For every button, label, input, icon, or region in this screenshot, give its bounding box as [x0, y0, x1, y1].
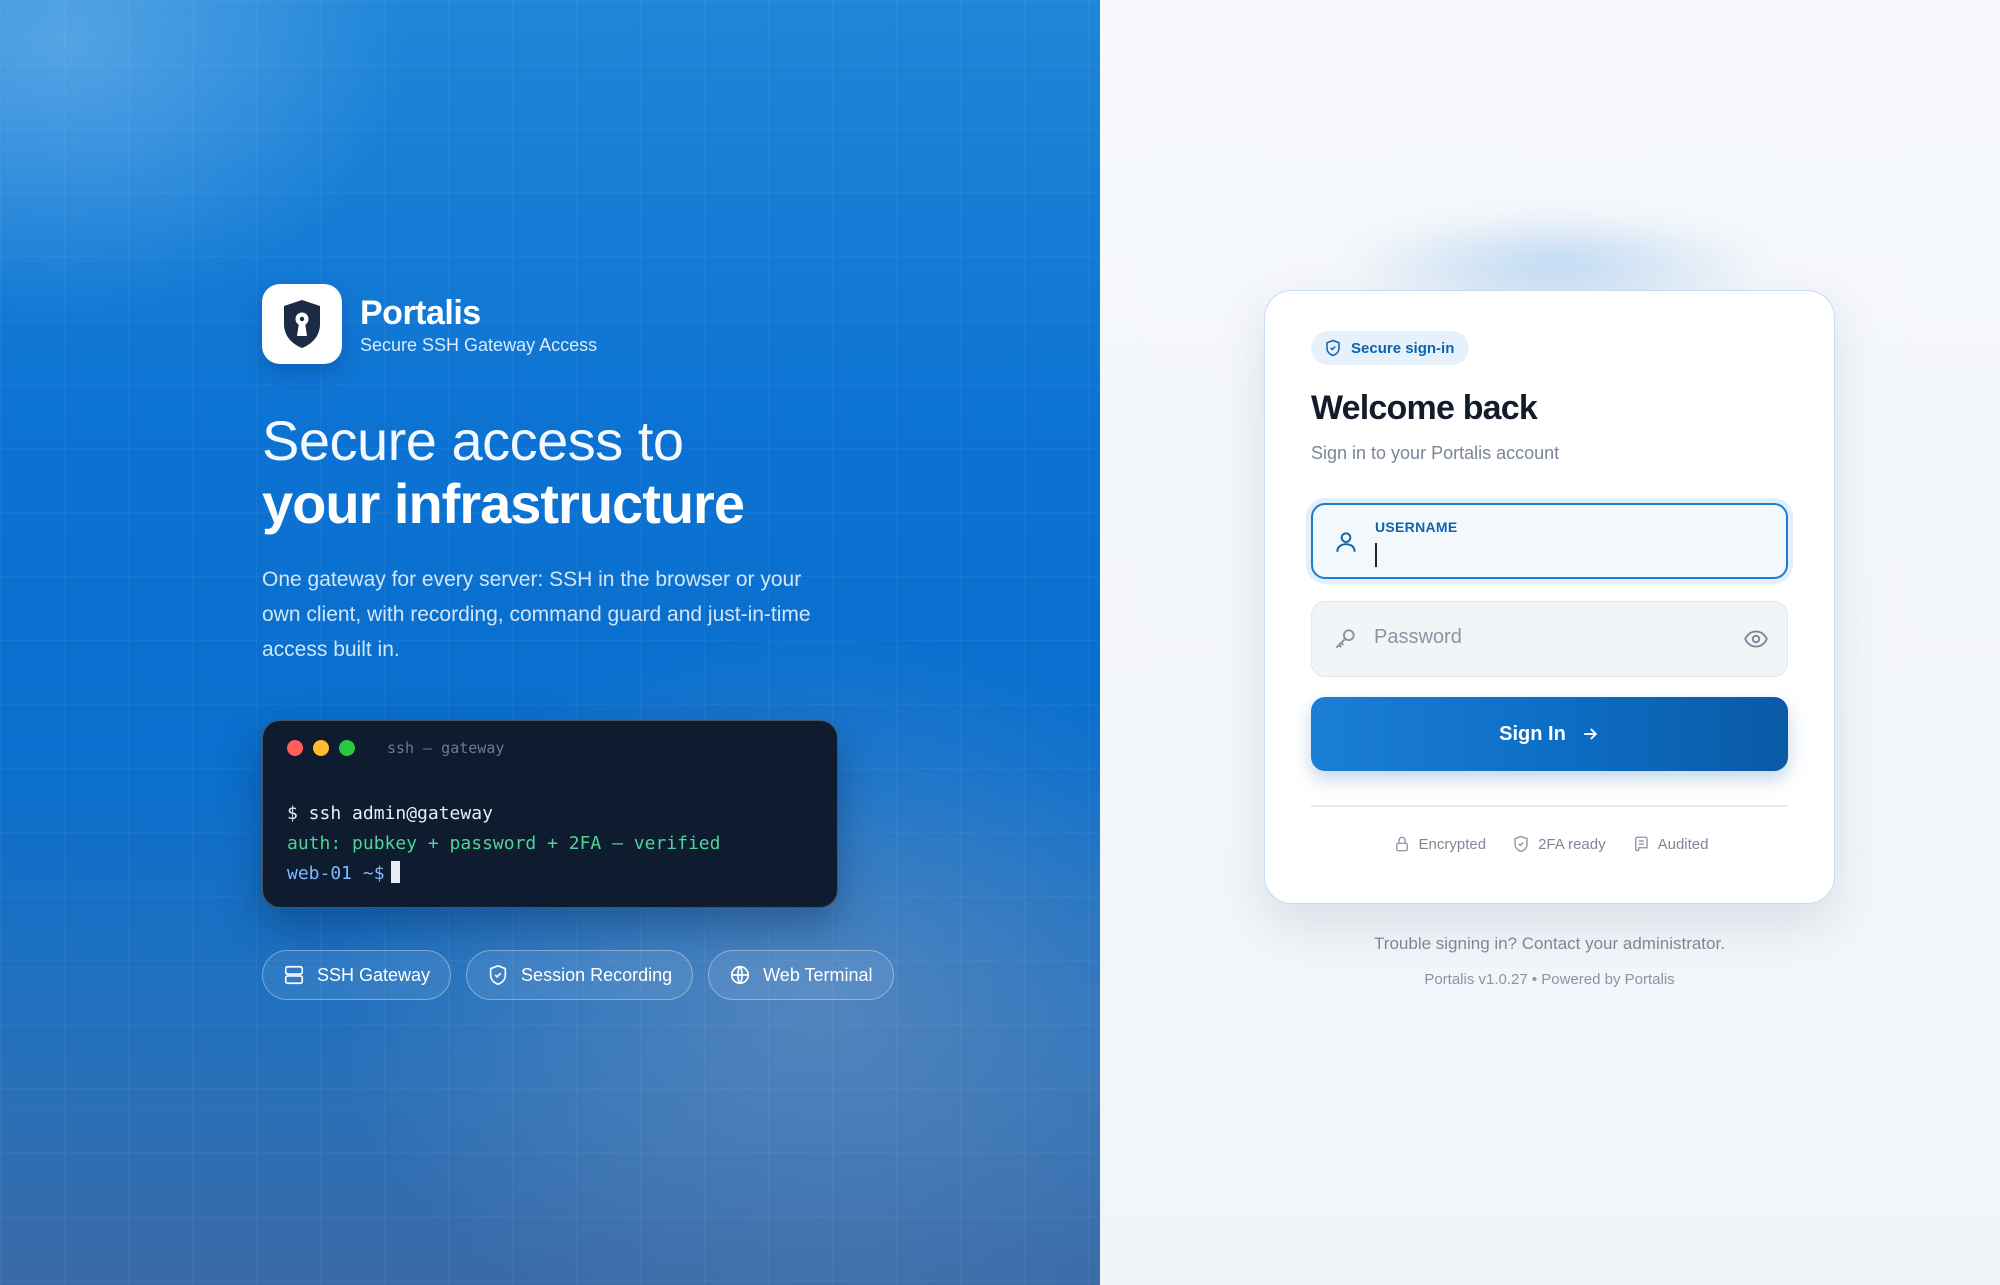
login-title: Welcome back [1311, 389, 1538, 427]
terminal-line-prompt: web-01 ~$ [287, 859, 720, 889]
shield-check-icon [1326, 339, 1340, 357]
feature-chip-label: SSH Gateway [317, 964, 431, 985]
text-caret [1375, 543, 1377, 567]
arrow-right-icon [1583, 728, 1597, 740]
trust-item-2fa: 2FA ready [1512, 835, 1606, 853]
sign-in-label: Sign In [1499, 722, 1566, 745]
minimize-dot-icon [313, 740, 329, 756]
hero-description: One gateway for every server: SSH in the… [262, 568, 811, 661]
headline-line-1: Secure access to [262, 409, 684, 472]
hero-panel: Portalis Secure SSH Gateway Access Secur… [0, 0, 1100, 1285]
trust-indicators: Encrypted 2FA ready Audited [1265, 835, 1836, 853]
login-subtitle: Sign in to your Portalis account [1311, 443, 1560, 463]
key-icon [1335, 629, 1355, 649]
terminal-body: $ ssh admin@gateway auth: pubkey + passw… [287, 799, 720, 889]
server-icon [284, 965, 304, 985]
terminal-titlebar: ssh — gateway [287, 739, 504, 757]
sign-in-button[interactable]: Sign In [1311, 697, 1788, 771]
terminal-line-command: $ ssh admin@gateway [287, 803, 493, 824]
trust-label: 2FA ready [1538, 835, 1606, 853]
feature-chip-session-recording: Session Recording [466, 950, 694, 1000]
maximize-dot-icon [339, 740, 355, 756]
terminal-preview: ssh — gateway $ ssh admin@gateway auth: … [262, 720, 838, 908]
password-placeholder: Password [1374, 626, 1462, 648]
portalis-logo [262, 284, 342, 364]
trust-item-audited: Audited [1632, 835, 1709, 853]
terminal-line-auth: auth: pubkey + password + 2FA — verified [287, 833, 721, 854]
brand-name: Portalis [360, 293, 481, 332]
terminal-title: ssh — gateway [387, 739, 505, 757]
feature-chip-label: Web Terminal [763, 964, 873, 985]
version-text: Portalis v1.0.27 • Powered by Portalis [1424, 971, 1675, 988]
trust-label: Audited [1657, 835, 1709, 853]
help-text: Trouble signing in? Contact your adminis… [1374, 934, 1725, 953]
shield-keyhole-icon [284, 300, 320, 348]
brand-tagline: Secure SSH Gateway Access [360, 334, 598, 355]
brand: Portalis Secure SSH Gateway Access [262, 284, 597, 364]
terminal-prompt: web-01 ~$ [287, 863, 385, 884]
lock-icon [1395, 836, 1408, 852]
feature-chip-label: Session Recording [521, 964, 673, 985]
shield-icon [489, 964, 507, 986]
trust-item-encrypted: Encrypted [1393, 835, 1487, 853]
headline-line-2: your infrastructure [262, 472, 745, 535]
username-label: USERNAME [1375, 519, 1458, 535]
hero-headline: Secure access to your infrastructure [262, 409, 745, 536]
user-icon [1336, 532, 1356, 552]
secure-signin-badge: Secure sign-in [1311, 331, 1470, 365]
login-card: Secure sign-in Welcome back Sign in to y… [1264, 290, 1835, 904]
close-dot-icon [287, 740, 303, 756]
terminal-cursor [390, 861, 400, 883]
globe-icon [731, 965, 750, 985]
trust-label: Encrypted [1418, 835, 1487, 853]
feature-chip-ssh-gateway: SSH Gateway [262, 950, 452, 1000]
shield-check-icon [1514, 835, 1528, 853]
scroll-icon [1634, 836, 1648, 852]
feature-chip-web-terminal: Web Terminal [708, 950, 894, 1000]
badge-label: Secure sign-in [1351, 339, 1455, 357]
eye-icon[interactable] [1743, 626, 1769, 652]
feature-chips: SSH Gateway Session Recording Web Termin… [262, 950, 909, 1000]
divider [1311, 805, 1788, 807]
password-field[interactable]: Password [1311, 601, 1788, 677]
username-field[interactable]: USERNAME [1311, 503, 1788, 579]
